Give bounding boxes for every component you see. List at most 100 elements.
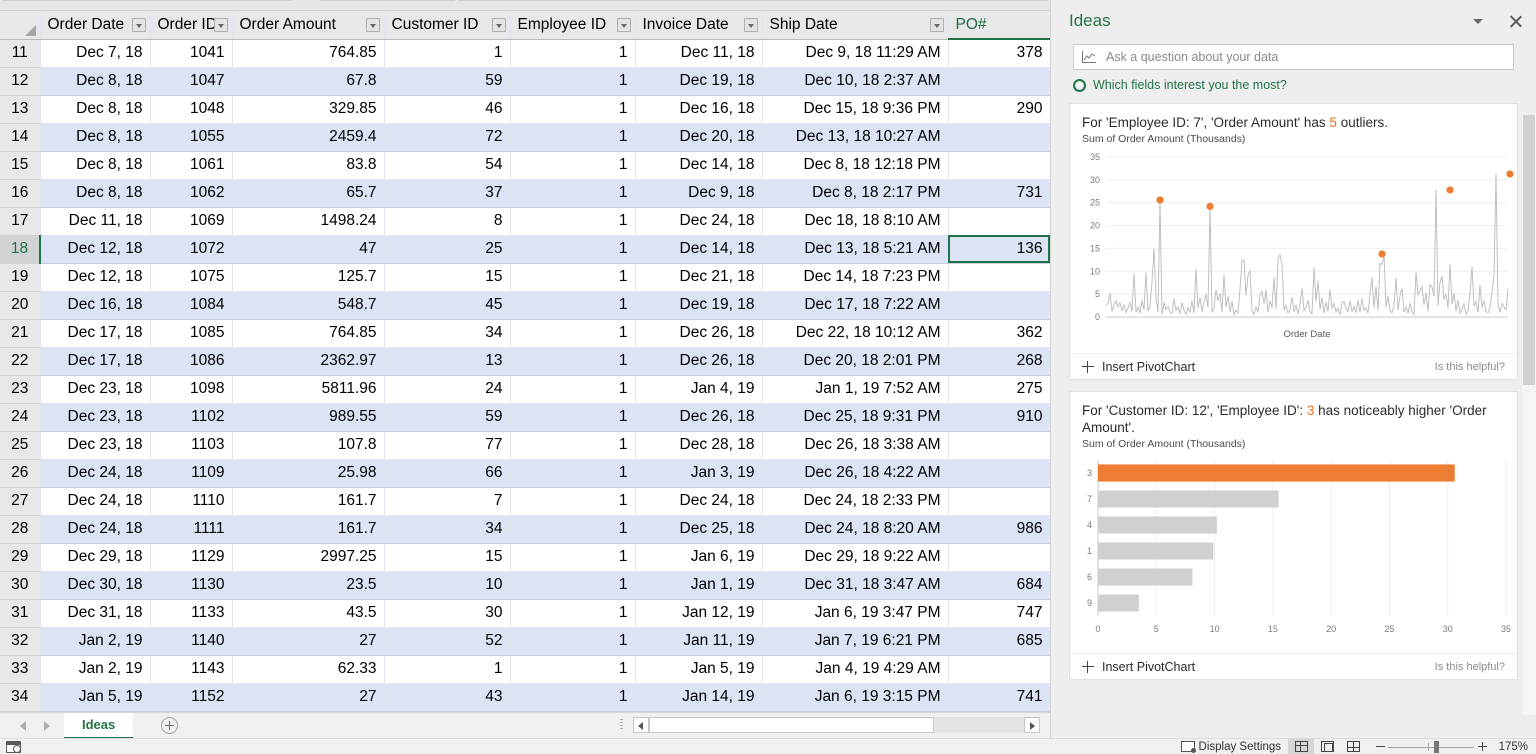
cell-ship-date[interactable]: Dec 24, 18 2:33 PM <box>762 487 948 515</box>
cell-ship-date[interactable]: Dec 20, 18 2:01 PM <box>762 347 948 375</box>
cell-customer-id[interactable]: 8 <box>384 207 510 235</box>
cell-employee-id[interactable]: 1 <box>510 151 635 179</box>
sheet-next-icon[interactable] <box>44 721 50 731</box>
cell-ship-date[interactable]: Dec 22, 18 10:12 AM <box>762 319 948 347</box>
cell-order-amount[interactable]: 62.33 <box>232 655 384 683</box>
close-icon[interactable] <box>1509 15 1522 28</box>
cell-ship-date[interactable]: Dec 18, 18 8:10 AM <box>762 207 948 235</box>
cell-employee-id[interactable]: 1 <box>510 375 635 403</box>
cell-customer-id[interactable]: 10 <box>384 571 510 599</box>
cell-customer-id[interactable]: 43 <box>384 683 510 711</box>
cell-order-amount[interactable]: 65.7 <box>232 179 384 207</box>
table-row[interactable]: 17Dec 11, 1810691498.2481Dec 24, 18Dec 1… <box>0 207 1050 235</box>
cell-customer-id[interactable]: 1 <box>384 655 510 683</box>
cell-customer-id[interactable]: 72 <box>384 123 510 151</box>
cell-customer-id[interactable]: 24 <box>384 375 510 403</box>
cell-order-id[interactable]: 1111 <box>150 515 232 543</box>
table-row[interactable]: 11Dec 7, 181041764.8511Dec 11, 18Dec 9, … <box>0 39 1050 67</box>
cell-invoice-date[interactable]: Jan 5, 19 <box>635 655 762 683</box>
cell-order-id[interactable]: 1140 <box>150 627 232 655</box>
cell-po[interactable] <box>948 263 1050 291</box>
cell-order-date[interactable]: Dec 31, 18 <box>40 599 150 627</box>
cell-invoice-date[interactable]: Jan 1, 19 <box>635 571 762 599</box>
row-header[interactable]: 19 <box>0 263 40 291</box>
cell-employee-id[interactable]: 1 <box>510 431 635 459</box>
table-row[interactable]: 30Dec 30, 18113023.5101Jan 1, 19Dec 31, … <box>0 571 1050 599</box>
cell-order-amount[interactable]: 329.85 <box>232 95 384 123</box>
cell-order-date[interactable]: Jan 2, 19 <box>40 655 150 683</box>
cell-order-id[interactable]: 1084 <box>150 291 232 319</box>
cell-ship-date[interactable]: Jan 4, 19 4:29 AM <box>762 655 948 683</box>
cell-employee-id[interactable]: 1 <box>510 39 635 67</box>
filter-dropdown-icon[interactable] <box>930 18 944 32</box>
cell-order-id[interactable]: 1152 <box>150 683 232 711</box>
cell-invoice-date[interactable]: Jan 6, 19 <box>635 543 762 571</box>
table-row[interactable]: 22Dec 17, 1810862362.97131Dec 26, 18Dec … <box>0 347 1050 375</box>
cell-order-amount[interactable]: 764.85 <box>232 39 384 67</box>
cell-customer-id[interactable]: 25 <box>384 235 510 263</box>
cell-order-id[interactable]: 1085 <box>150 319 232 347</box>
cell-invoice-date[interactable]: Dec 21, 18 <box>635 263 762 291</box>
row-header[interactable]: 31 <box>0 599 40 627</box>
cell-order-date[interactable]: Jan 2, 19 <box>40 627 150 655</box>
column-header-order-amount[interactable]: Order Amount <box>232 11 384 39</box>
horizontal-scroll-thumb[interactable] <box>649 717 934 733</box>
row-header[interactable]: 29 <box>0 543 40 571</box>
cell-employee-id[interactable]: 1 <box>510 95 635 123</box>
table-row[interactable]: 31Dec 31, 18113343.5301Jan 12, 19Jan 6, … <box>0 599 1050 627</box>
row-header[interactable]: 34 <box>0 683 40 711</box>
row-header[interactable]: 26 <box>0 459 40 487</box>
cell-ship-date[interactable]: Dec 26, 18 3:38 AM <box>762 431 948 459</box>
cell-po[interactable]: 741 <box>948 683 1050 711</box>
table-row[interactable]: 29Dec 29, 1811292997.25151Jan 6, 19Dec 2… <box>0 543 1050 571</box>
cell-po[interactable] <box>948 487 1050 515</box>
cell-order-id[interactable]: 1109 <box>150 459 232 487</box>
cell-employee-id[interactable]: 1 <box>510 291 635 319</box>
normal-view-button[interactable] <box>1288 739 1314 754</box>
cell-ship-date[interactable]: Dec 8, 18 2:17 PM <box>762 179 948 207</box>
table-row[interactable]: 16Dec 8, 18106265.7371Dec 9, 18Dec 8, 18… <box>0 179 1050 207</box>
cell-order-id[interactable]: 1072 <box>150 235 232 263</box>
cell-customer-id[interactable]: 59 <box>384 67 510 95</box>
cell-employee-id[interactable]: 1 <box>510 599 635 627</box>
table-row[interactable]: 32Jan 2, 19114027521Jan 11, 19Jan 7, 19 … <box>0 627 1050 655</box>
cell-employee-id[interactable]: 1 <box>510 319 635 347</box>
row-header[interactable]: 13 <box>0 95 40 123</box>
cell-ship-date[interactable]: Dec 13, 18 10:27 AM <box>762 123 948 151</box>
select-all-button[interactable] <box>0 11 40 39</box>
column-header-ship-date[interactable]: Ship Date <box>762 11 948 39</box>
cell-order-amount[interactable]: 47 <box>232 235 384 263</box>
ask-question-input[interactable]: Ask a question about your data <box>1073 44 1514 70</box>
horizontal-scroll-track[interactable] <box>649 717 1024 733</box>
cell-order-id[interactable]: 1103 <box>150 431 232 459</box>
cell-po[interactable]: 362 <box>948 319 1050 347</box>
column-header-invoice-date[interactable]: Invoice Date <box>635 11 762 39</box>
cell-order-amount[interactable]: 989.55 <box>232 403 384 431</box>
cell-employee-id[interactable]: 1 <box>510 207 635 235</box>
row-header[interactable]: 28 <box>0 515 40 543</box>
cell-order-amount[interactable]: 2997.25 <box>232 543 384 571</box>
table-row[interactable]: 25Dec 23, 181103107.8771Dec 28, 18Dec 26… <box>0 431 1050 459</box>
table-row[interactable]: 18Dec 12, 18107247251Dec 14, 18Dec 13, 1… <box>0 235 1050 263</box>
insight-card-higher-amount[interactable]: For 'Customer ID: 12', 'Employee ID': 3 … <box>1069 391 1518 680</box>
cell-ship-date[interactable]: Dec 29, 18 9:22 AM <box>762 543 948 571</box>
is-this-helpful-link[interactable]: Is this helpful? <box>1435 661 1505 673</box>
cell-order-amount[interactable]: 125.7 <box>232 263 384 291</box>
row-header[interactable]: 30 <box>0 571 40 599</box>
cell-order-date[interactable]: Dec 12, 18 <box>40 235 150 263</box>
cell-order-date[interactable]: Dec 23, 18 <box>40 375 150 403</box>
cell-customer-id[interactable]: 1 <box>384 39 510 67</box>
macro-record-icon[interactable] <box>6 741 21 753</box>
cell-ship-date[interactable]: Dec 14, 18 7:23 PM <box>762 263 948 291</box>
cell-ship-date[interactable]: Dec 9, 18 11:29 AM <box>762 39 948 67</box>
cell-order-date[interactable]: Dec 23, 18 <box>40 403 150 431</box>
table-row[interactable]: 20Dec 16, 181084548.7451Dec 19, 18Dec 17… <box>0 291 1050 319</box>
cell-ship-date[interactable]: Dec 25, 18 9:31 PM <box>762 403 948 431</box>
column-header-customer-id[interactable]: Customer ID <box>384 11 510 39</box>
cell-order-amount[interactable]: 161.7 <box>232 515 384 543</box>
cell-order-amount[interactable]: 25.98 <box>232 459 384 487</box>
cell-employee-id[interactable]: 1 <box>510 459 635 487</box>
cell-order-date[interactable]: Dec 8, 18 <box>40 151 150 179</box>
cell-order-amount[interactable]: 23.5 <box>232 571 384 599</box>
cell-po[interactable] <box>948 123 1050 151</box>
